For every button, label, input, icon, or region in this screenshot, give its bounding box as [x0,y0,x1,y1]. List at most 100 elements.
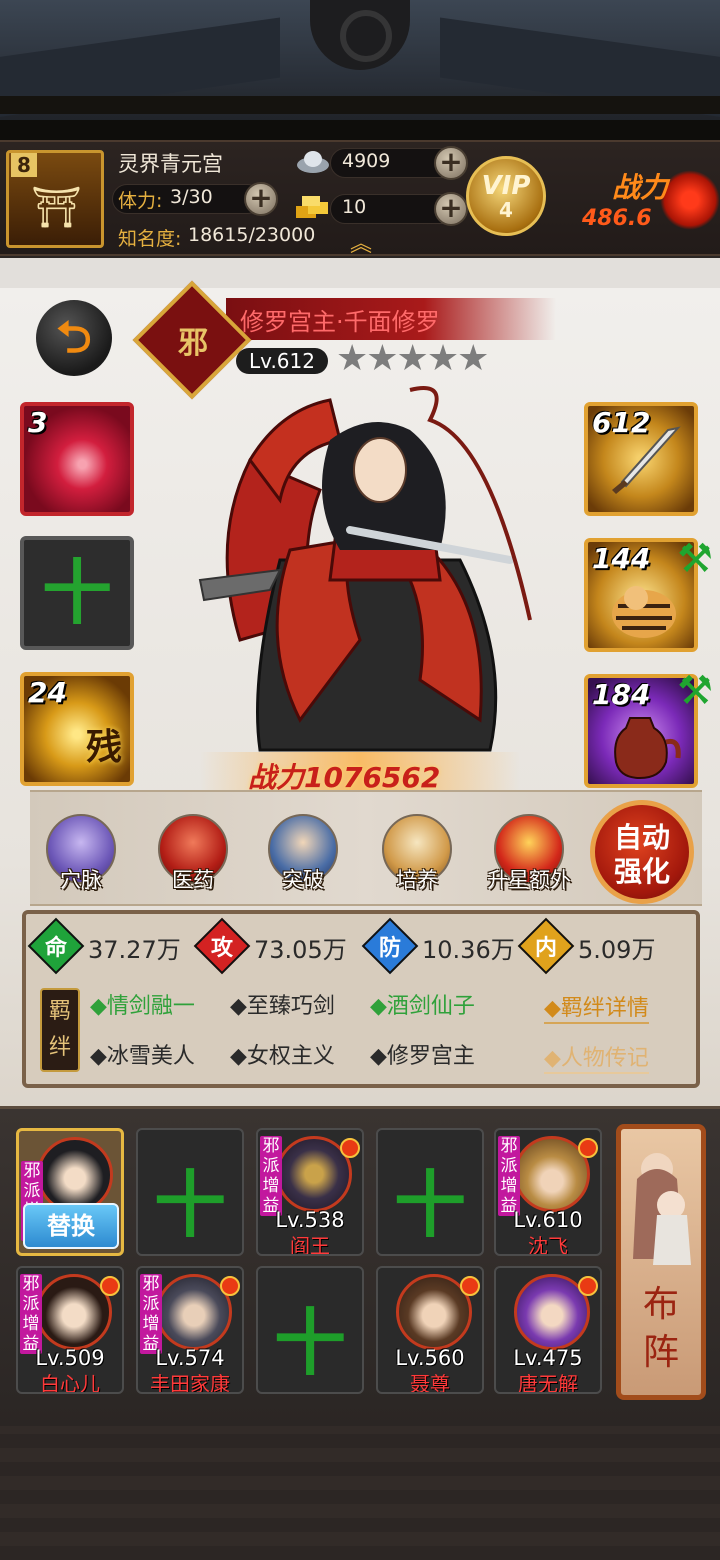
bond-details-link[interactable]: ◆羁绊详情 [544,990,649,1024]
auto-enhance-button[interactable]: 自动 强化 [590,800,694,904]
stats-row: 命 37.27万 攻 73.05万 防 10.36万 内 5.09万 [26,917,676,975]
fame-label: 知名度: [118,228,182,250]
evil-buff-tag: 邪派增益 [20,1274,42,1354]
equip-slot-fragment[interactable]: 24 残 [20,672,134,786]
alert-dot-icon [220,1276,240,1296]
hero-avatar [37,1137,113,1213]
lineup-slot-hero[interactable]: 邪派增益 Lv.574 丰田家康 [136,1266,244,1394]
vip-level: 4 [499,198,513,222]
bond-item[interactable]: ◆情剑融一 [90,988,195,1020]
player-avatar[interactable]: 8 ⛩ [6,150,104,248]
lineup-slot-hero[interactable]: Lv.475 唐无解 [494,1266,602,1394]
silver-value: 4909 [342,150,391,172]
gold-add-button[interactable]: + [434,192,468,226]
hero-name: 丰田家康 [150,1372,230,1394]
gold-value: 10 [342,196,367,218]
auto-enhance-line1: 自动 [613,821,670,854]
player-name: 灵界青元宫 [118,152,223,176]
auto-enhance-line2: 强化 [613,855,670,888]
vip-label: VIP [481,171,531,201]
bond-item[interactable]: ◆冰雪美人 [90,1038,195,1070]
plus-icon: 十 [273,1301,346,1385]
lineup-slot-hero[interactable]: 邪派增益 Lv.610 沈飞 [494,1128,602,1256]
lineup-slot-empty[interactable]: 十 [256,1266,364,1394]
function-breakthrough-button[interactable]: 突破 [258,814,348,894]
hero-level: Lv.538 [275,1208,345,1232]
function-label: 突破 [282,868,324,892]
lineup-slot-current-hero[interactable]: 邪派增益 替换 [16,1128,124,1256]
function-star-extra-button[interactable]: 升星额外 [484,814,574,894]
evil-buff-tag: 邪派增益 [498,1136,520,1216]
fame-value: 18615/23000 [188,224,316,246]
hero-name: 唐无解 [518,1372,578,1394]
lineup-slot-empty[interactable]: 十 [376,1128,484,1256]
roof-beam [0,96,720,114]
bond-badge-char: 绊 [48,1035,71,1060]
function-train-button[interactable]: 培养 [372,814,462,894]
equip-count: 184 [592,678,651,711]
bond-item[interactable]: ◆女权主义 [230,1038,335,1070]
lineup-slot-hero[interactable]: 邪派增益 Lv.538 阎王 [256,1128,364,1256]
expand-chevron-icon[interactable]: ︽ [350,226,372,258]
function-meridian-button[interactable]: 穴脉 [36,814,126,894]
bond-item[interactable]: ◆酒剑仙子 [370,988,475,1020]
plus-icon: 十 [42,552,112,634]
equip-slot-heart-art[interactable]: 3 [20,402,134,516]
palace-icon: ⛩ [31,185,82,231]
stat-value: 10.36万 [422,936,515,964]
vip-badge[interactable]: VIP 4 [466,156,546,236]
lineup-slot-empty[interactable]: 十 [136,1128,244,1256]
stamina-add-button[interactable]: + [244,182,278,216]
alert-dot-icon [100,1276,120,1296]
upgrade-hammer-icon[interactable]: ⚒ [668,668,720,722]
lineup-slot-hero[interactable]: 邪派增益 Lv.509 白心儿 [16,1266,124,1394]
stamina-value: 3/30 [170,186,213,208]
function-medicine-button[interactable]: 医药 [148,814,238,894]
hero-level: Lv.560 [395,1346,465,1370]
function-label: 穴脉 [60,868,102,892]
silver-ingot-icon [296,148,330,174]
equip-count: 3 [28,406,48,439]
faction-label: 邪 [178,326,208,361]
sword-icon [612,426,681,494]
hero-name: 沈飞 [528,1234,568,1256]
hero-title: 修罗宫主·千面修罗 [240,308,440,336]
hero-level: Lv.574 [155,1346,225,1370]
hero-name: 白心儿 [40,1372,100,1394]
bond-badge: 羁 绊 [40,988,80,1072]
formation-label: 阵 [642,1332,679,1373]
function-label: 升星额外 [487,868,571,892]
stat-value: 5.09万 [578,936,656,964]
bond-badge-char: 羁 [48,999,71,1024]
lineup-slot-hero[interactable]: Lv.560 聂尊 [376,1266,484,1394]
hero-portrait [198,386,532,752]
equip-slot-sword[interactable]: 612 [584,402,698,516]
bond-item[interactable]: ◆修罗宫主 [370,1038,475,1070]
hero-name: 阎王 [290,1234,330,1256]
hero-name: 聂尊 [410,1372,450,1394]
formation-label: 布 [642,1284,679,1325]
stat-icon-label: 防 [378,936,401,961]
bond-item[interactable]: ◆至臻巧剑 [230,988,335,1020]
upgrade-hammer-icon[interactable]: ⚒ [668,536,720,590]
stat-icon-label: 命 [44,936,67,961]
player-level: 8 [11,153,37,177]
biography-link[interactable]: ◆人物传记 [544,1040,649,1074]
alert-dot-icon [578,1276,598,1296]
roof-ornament-icon [310,0,410,70]
plus-icon: 十 [153,1163,226,1247]
equip-slot-empty[interactable]: 十 [20,536,134,650]
footer-decoration [0,1426,720,1560]
player-power-label: 战力 [612,171,669,204]
swap-button[interactable]: 替换 [23,1203,119,1249]
stamina-label: 体力: [118,190,163,212]
formation-button[interactable]: 布 阵 [616,1124,706,1400]
alert-dot-icon [460,1276,480,1296]
silver-add-button[interactable]: + [434,146,468,180]
back-button[interactable]: ⮌ [36,300,112,376]
fragment-label: 残 [85,727,122,768]
roof-banner [0,0,720,140]
formation-heroes-icon [633,1153,691,1265]
alert-dot-icon [578,1138,598,1158]
stat-icon-label: 攻 [210,936,233,961]
